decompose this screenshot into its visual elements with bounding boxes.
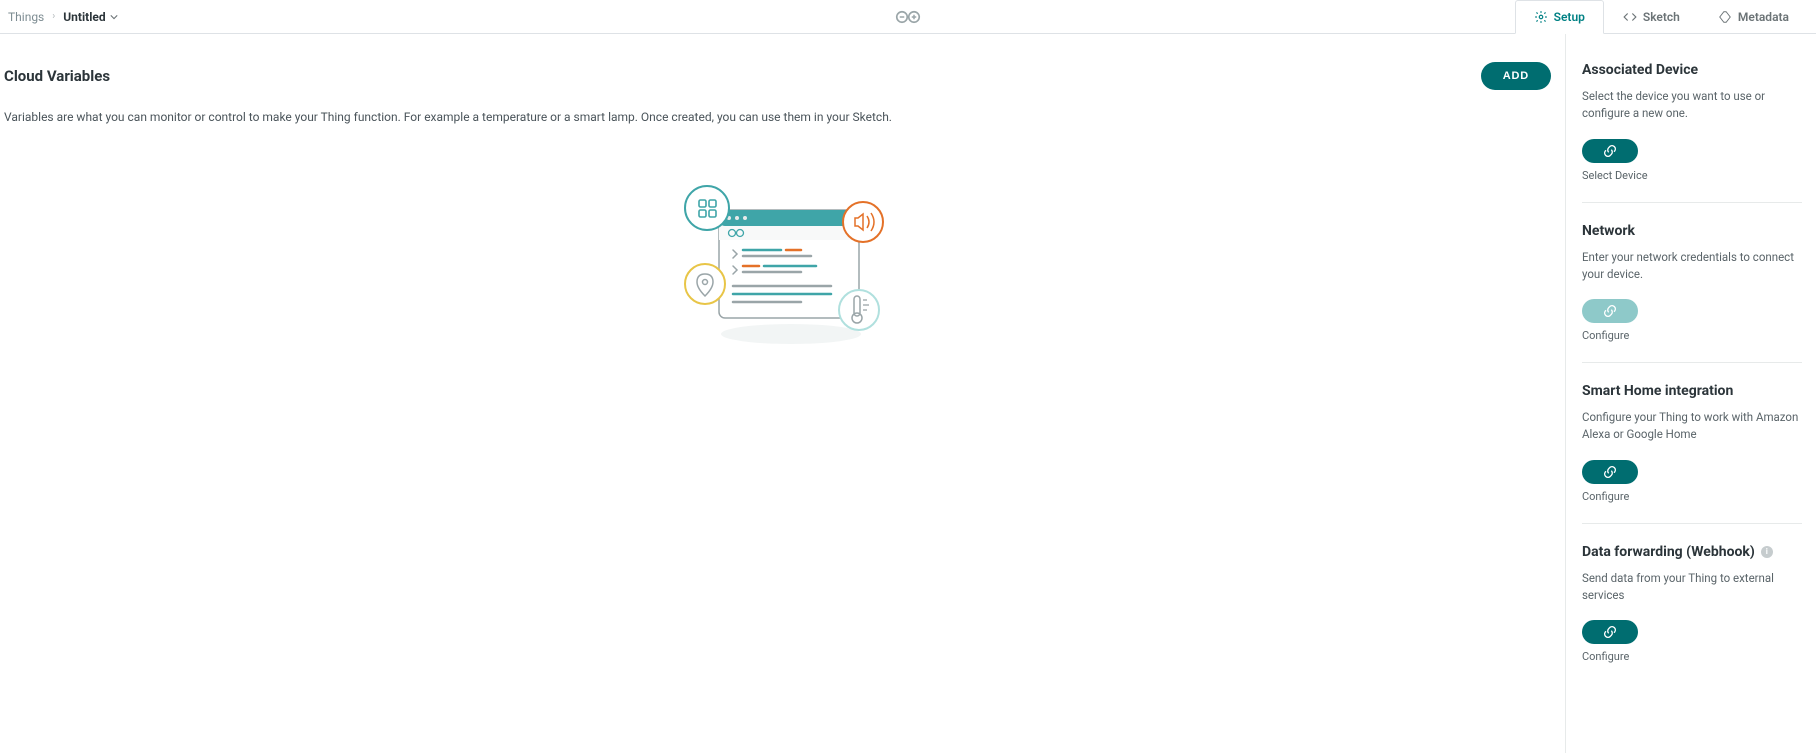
tab-metadata[interactable]: Metadata: [1699, 0, 1808, 34]
gear-icon: [1534, 10, 1548, 24]
top-tabs: Setup Sketch Metadata: [1515, 0, 1808, 34]
panel-network-desc: Enter your network credentials to connec…: [1582, 249, 1802, 284]
sidebar: Associated Device Select the device you …: [1566, 34, 1816, 753]
main-panel: Cloud Variables ADD Variables are what y…: [0, 34, 1566, 753]
tab-sketch-label: Sketch: [1643, 10, 1680, 24]
empty-state-illustration: [641, 166, 921, 366]
tab-metadata-label: Metadata: [1738, 10, 1789, 24]
chevron-right-icon: ›: [52, 11, 55, 22]
tab-setup-label: Setup: [1554, 10, 1585, 24]
breadcrumb-current-label: Untitled: [63, 10, 105, 24]
link-icon: [1602, 624, 1618, 640]
panel-webhook: Data forwarding (Webhook) i Send data fr…: [1582, 523, 1802, 684]
configure-smarthome-button[interactable]: [1582, 460, 1638, 484]
breadcrumb-current[interactable]: Untitled: [63, 10, 117, 24]
breadcrumb-root[interactable]: Things: [8, 10, 44, 24]
configure-webhook-label: Configure: [1582, 650, 1629, 663]
configure-smarthome-label: Configure: [1582, 490, 1629, 503]
panel-smarthome-desc: Configure your Thing to work with Amazon…: [1582, 409, 1802, 444]
panel-device-desc: Select the device you want to use or con…: [1582, 88, 1802, 123]
panel-associated-device: Associated Device Select the device you …: [1582, 58, 1802, 202]
info-icon[interactable]: i: [1761, 546, 1773, 558]
tab-setup[interactable]: Setup: [1515, 0, 1604, 34]
panel-webhook-title: Data forwarding (Webhook) i: [1582, 544, 1802, 560]
panel-network-title: Network: [1582, 223, 1802, 239]
panel-smarthome: Smart Home integration Configure your Th…: [1582, 362, 1802, 523]
main-header: Cloud Variables ADD: [4, 62, 1557, 90]
panel-smarthome-title: Smart Home integration: [1582, 383, 1802, 399]
link-icon: [1602, 464, 1618, 480]
main-description: Variables are what you can monitor or co…: [4, 108, 1557, 126]
tag-icon: [1718, 10, 1732, 24]
code-icon: [1623, 10, 1637, 24]
topbar: Things › Untitled Setup Sketch Metadata: [0, 0, 1816, 34]
tab-sketch[interactable]: Sketch: [1604, 0, 1699, 34]
arduino-logo: [893, 8, 923, 26]
add-button[interactable]: ADD: [1481, 62, 1551, 90]
link-icon: [1602, 303, 1618, 319]
panel-network: Network Enter your network credentials t…: [1582, 202, 1802, 363]
configure-network-button: [1582, 299, 1638, 323]
select-device-button[interactable]: [1582, 139, 1638, 163]
panel-webhook-desc: Send data from your Thing to external se…: [1582, 570, 1802, 605]
breadcrumb: Things › Untitled: [8, 10, 118, 24]
configure-network-label: Configure: [1582, 329, 1629, 342]
configure-webhook-button[interactable]: [1582, 620, 1638, 644]
panel-device-title: Associated Device: [1582, 62, 1802, 78]
content: Cloud Variables ADD Variables are what y…: [0, 34, 1816, 753]
link-icon: [1602, 143, 1618, 159]
chevron-down-icon: [110, 13, 118, 21]
select-device-label: Select Device: [1582, 169, 1648, 182]
page-title: Cloud Variables: [4, 67, 110, 85]
